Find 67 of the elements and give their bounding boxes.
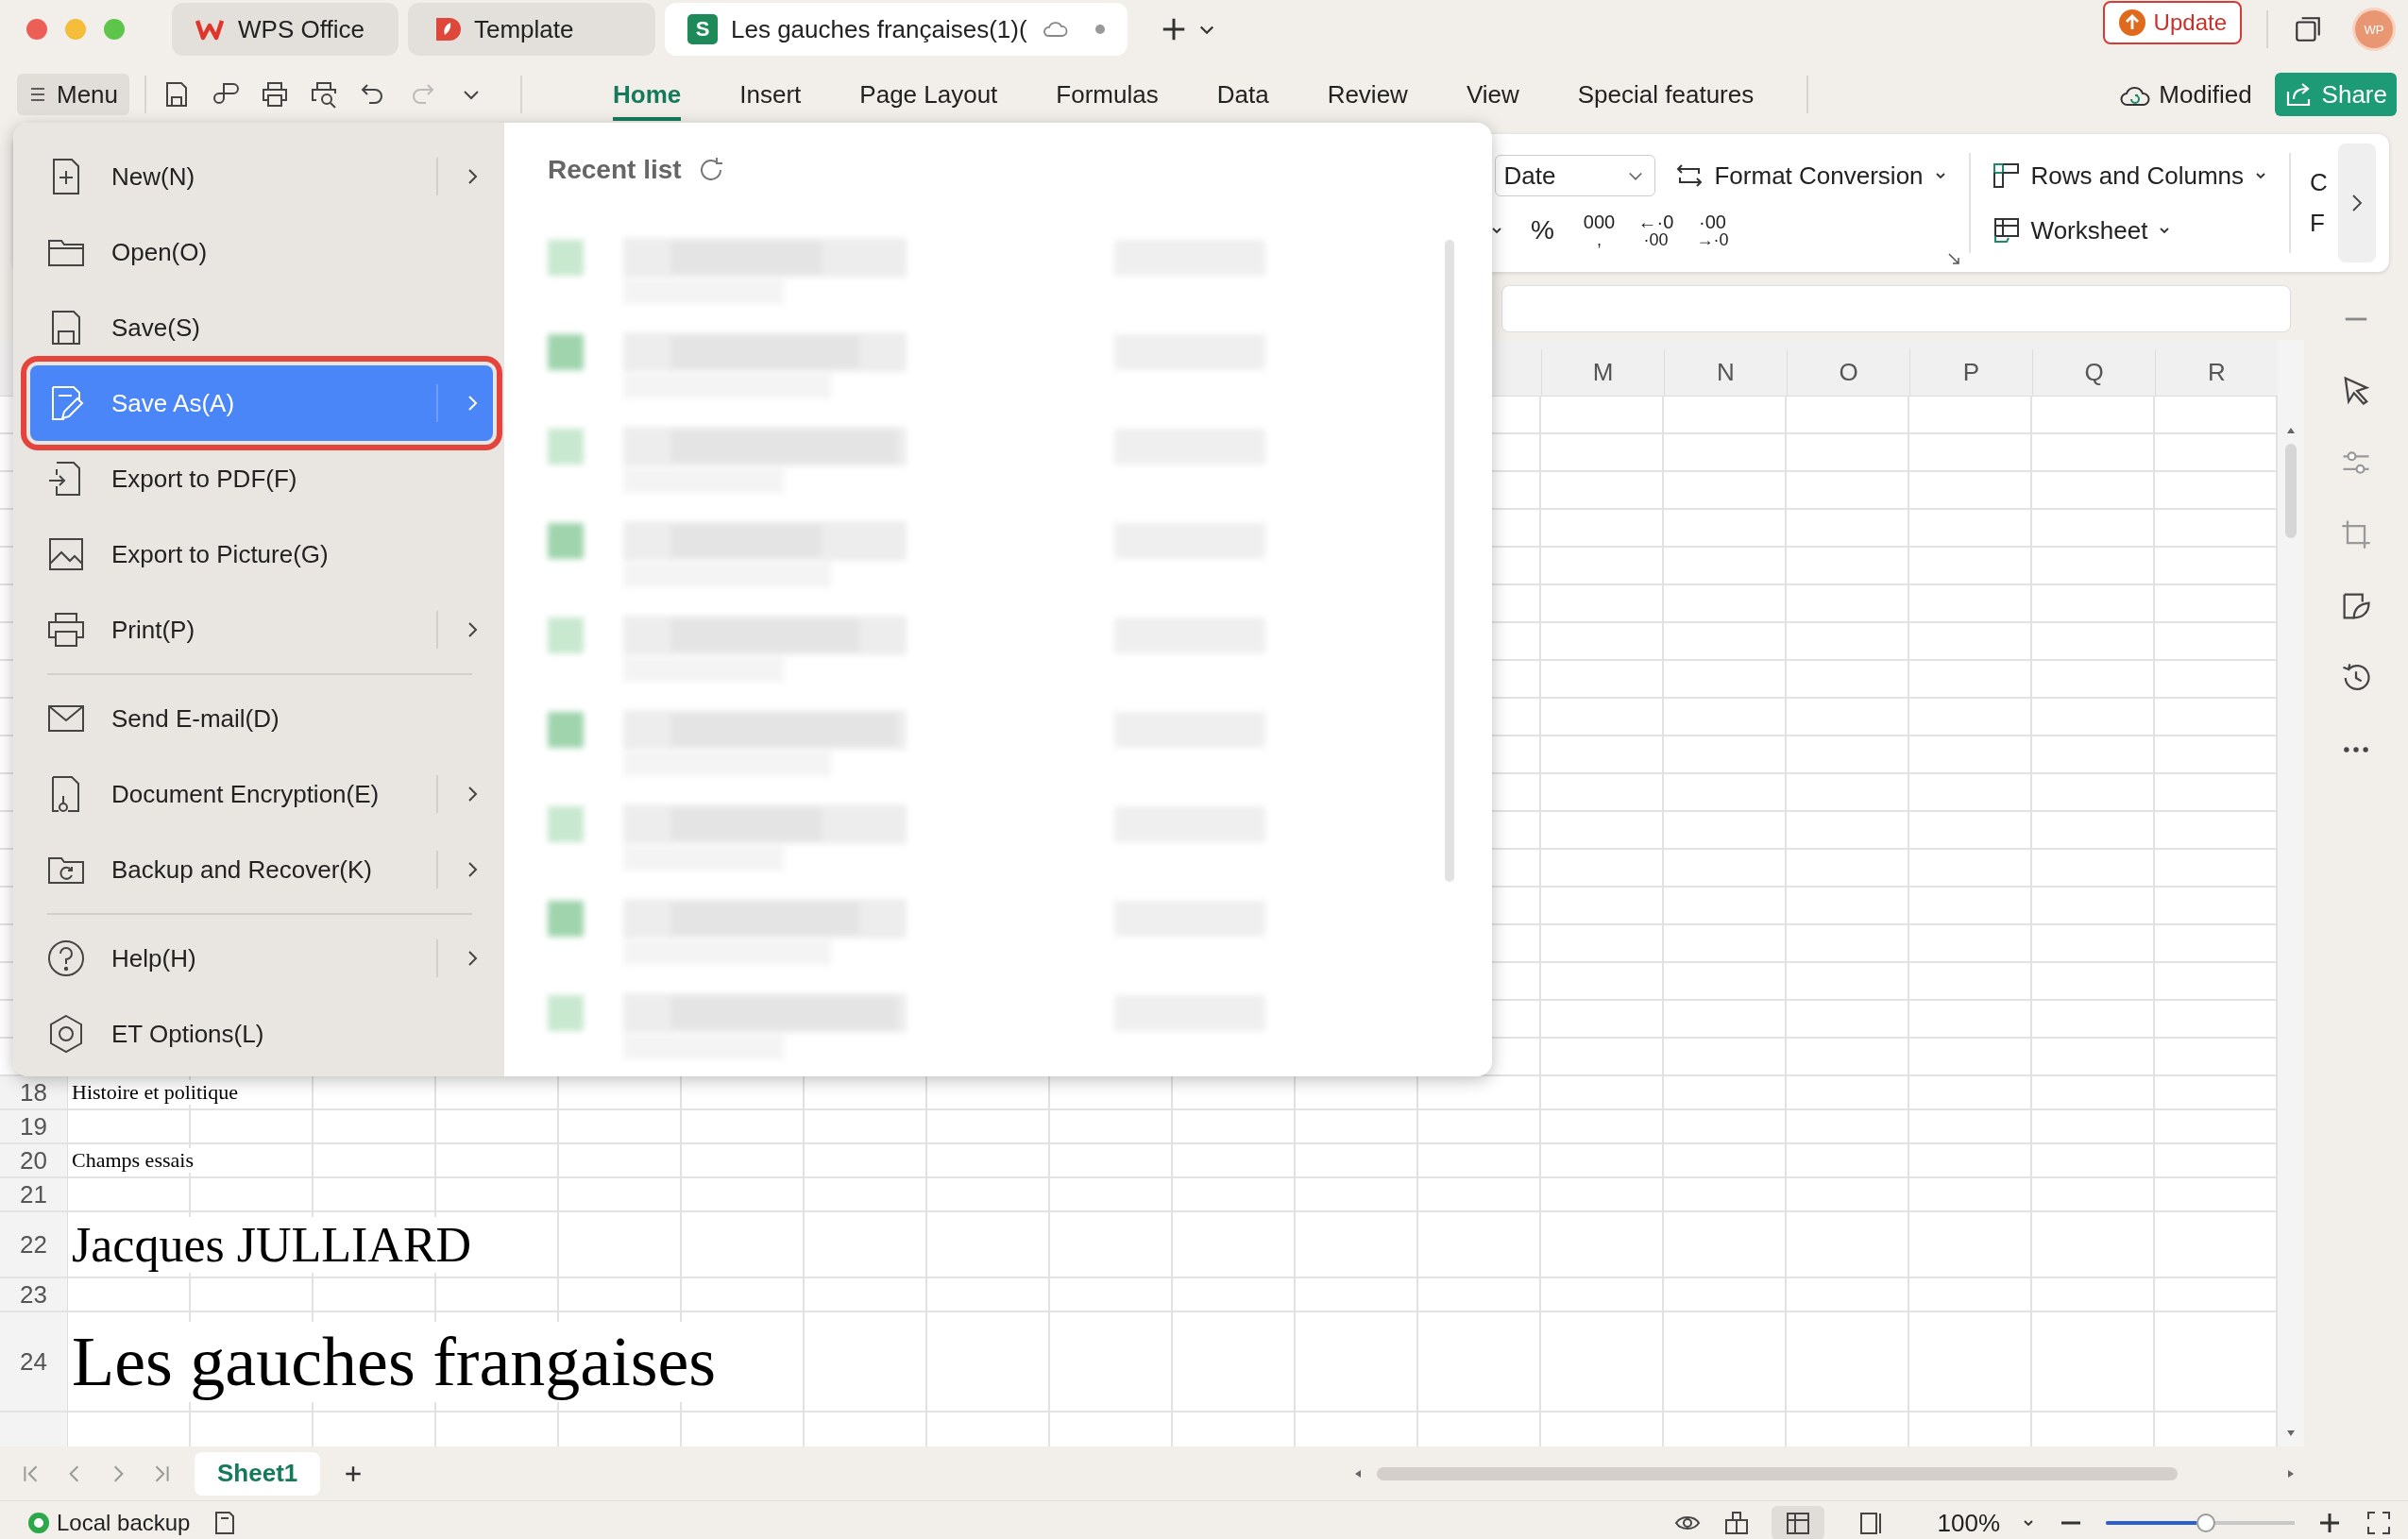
ribbon-tab[interactable]: View <box>1466 68 1519 121</box>
menu-item[interactable]: Export to Picture(G) <box>30 516 493 592</box>
number-format-button[interactable]: ·00 →·0 <box>1693 212 1732 248</box>
scroll-thumb[interactable] <box>2285 444 2297 538</box>
row-header[interactable]: 22 <box>0 1212 68 1277</box>
format-conversion-button[interactable]: Format Conversion <box>1674 161 1948 191</box>
column-header[interactable]: N <box>1664 349 1787 396</box>
sheet-tab[interactable]: Sheet1 <box>195 1451 321 1496</box>
menu-item[interactable]: Backup and Recover(K) <box>30 832 493 907</box>
row-header[interactable]: 20 <box>0 1144 68 1176</box>
row-header[interactable]: 18 <box>0 1076 68 1108</box>
column-header[interactable]: Q <box>2032 349 2155 396</box>
backup-status[interactable]: Local backup <box>57 1510 191 1536</box>
column-header[interactable]: M <box>1541 349 1664 396</box>
menu-item[interactable]: New(N) <box>30 139 493 214</box>
window-icon[interactable] <box>2293 14 2323 44</box>
fullscreen-icon[interactable] <box>2365 1509 2393 1537</box>
recent-list-title: Recent list <box>548 155 682 185</box>
menu-item[interactable]: Save(S) <box>30 290 493 365</box>
menu-item[interactable]: Print(P) <box>30 592 493 668</box>
update-button[interactable]: Update <box>2102 1 2242 44</box>
vertical-scrollbar[interactable] <box>2278 340 2304 1446</box>
ribbon-label: C <box>2310 168 2329 197</box>
menu-item[interactable]: ET Options(L) <box>30 996 493 1072</box>
backup-status-icon <box>28 1513 49 1533</box>
ribbon-label: F <box>2310 209 2326 238</box>
window-tab[interactable]: S Les gauches françaises(1)( <box>665 3 1128 56</box>
worksheet-button[interactable]: Worksheet <box>1991 215 2173 245</box>
normal-view-button[interactable] <box>1771 1506 1824 1539</box>
row-header[interactable]: 19 <box>0 1110 68 1142</box>
number-format-button[interactable]: ←·0 ·00 <box>1636 212 1675 248</box>
menu-item[interactable]: Open(O) <box>30 214 493 290</box>
scrollbar[interactable] <box>1445 240 1454 882</box>
menu-item[interactable]: Document Encryption(E) <box>30 756 493 832</box>
ribbon-tab[interactable]: Formulas <box>1056 68 1159 121</box>
number-format-button[interactable]: % <box>1523 217 1562 244</box>
zoom-level[interactable]: 100% <box>1937 1508 2000 1538</box>
close-button[interactable] <box>26 19 47 40</box>
number-format-button[interactable]: 000 , <box>1580 212 1619 248</box>
share-button[interactable]: Share <box>2274 73 2397 116</box>
ribbon-tab[interactable]: Page Layout <box>859 68 998 121</box>
spreadsheet-icon: S <box>687 14 718 44</box>
rows-and-columns-button[interactable]: Rows and Columns <box>1991 161 2268 191</box>
ribbon-tab[interactable]: Data <box>1216 68 1269 121</box>
modified-status: Modified <box>2159 79 2252 110</box>
ribbon-tab[interactable]: Insert <box>739 68 802 121</box>
ribbon-tab[interactable]: Special features <box>1577 68 1755 121</box>
row-header[interactable]: 24 <box>0 1312 68 1411</box>
menu-item[interactable]: Help(H) <box>30 921 493 996</box>
formula-field[interactable] <box>1501 285 2291 332</box>
dialog-launcher-icon[interactable] <box>1945 251 1961 266</box>
scroll-thumb[interactable] <box>1377 1466 2178 1480</box>
help-icon <box>45 938 87 979</box>
number-format-dropdown[interactable]: Date <box>1495 155 1656 196</box>
menu-button[interactable]: Menu <box>17 74 130 115</box>
ribbon-tab[interactable]: Review <box>1327 68 1408 121</box>
row-header[interactable]: 21 <box>0 1178 68 1210</box>
row-header[interactable]: 23 <box>0 1278 68 1311</box>
menu-item[interactable]: Send E-mail(D) <box>30 681 493 756</box>
arrow-up-icon <box>2117 8 2146 37</box>
menu-item[interactable]: Export to PDF(F) <box>30 441 493 516</box>
column-header[interactable]: P <box>1909 349 2032 396</box>
window-tab[interactable]: WPS Office <box>172 3 399 56</box>
column-header[interactable]: O <box>1787 349 1909 396</box>
rows-columns-icon <box>1991 161 2022 191</box>
window-tab[interactable]: Template <box>408 3 655 56</box>
menu-icon <box>28 85 47 104</box>
